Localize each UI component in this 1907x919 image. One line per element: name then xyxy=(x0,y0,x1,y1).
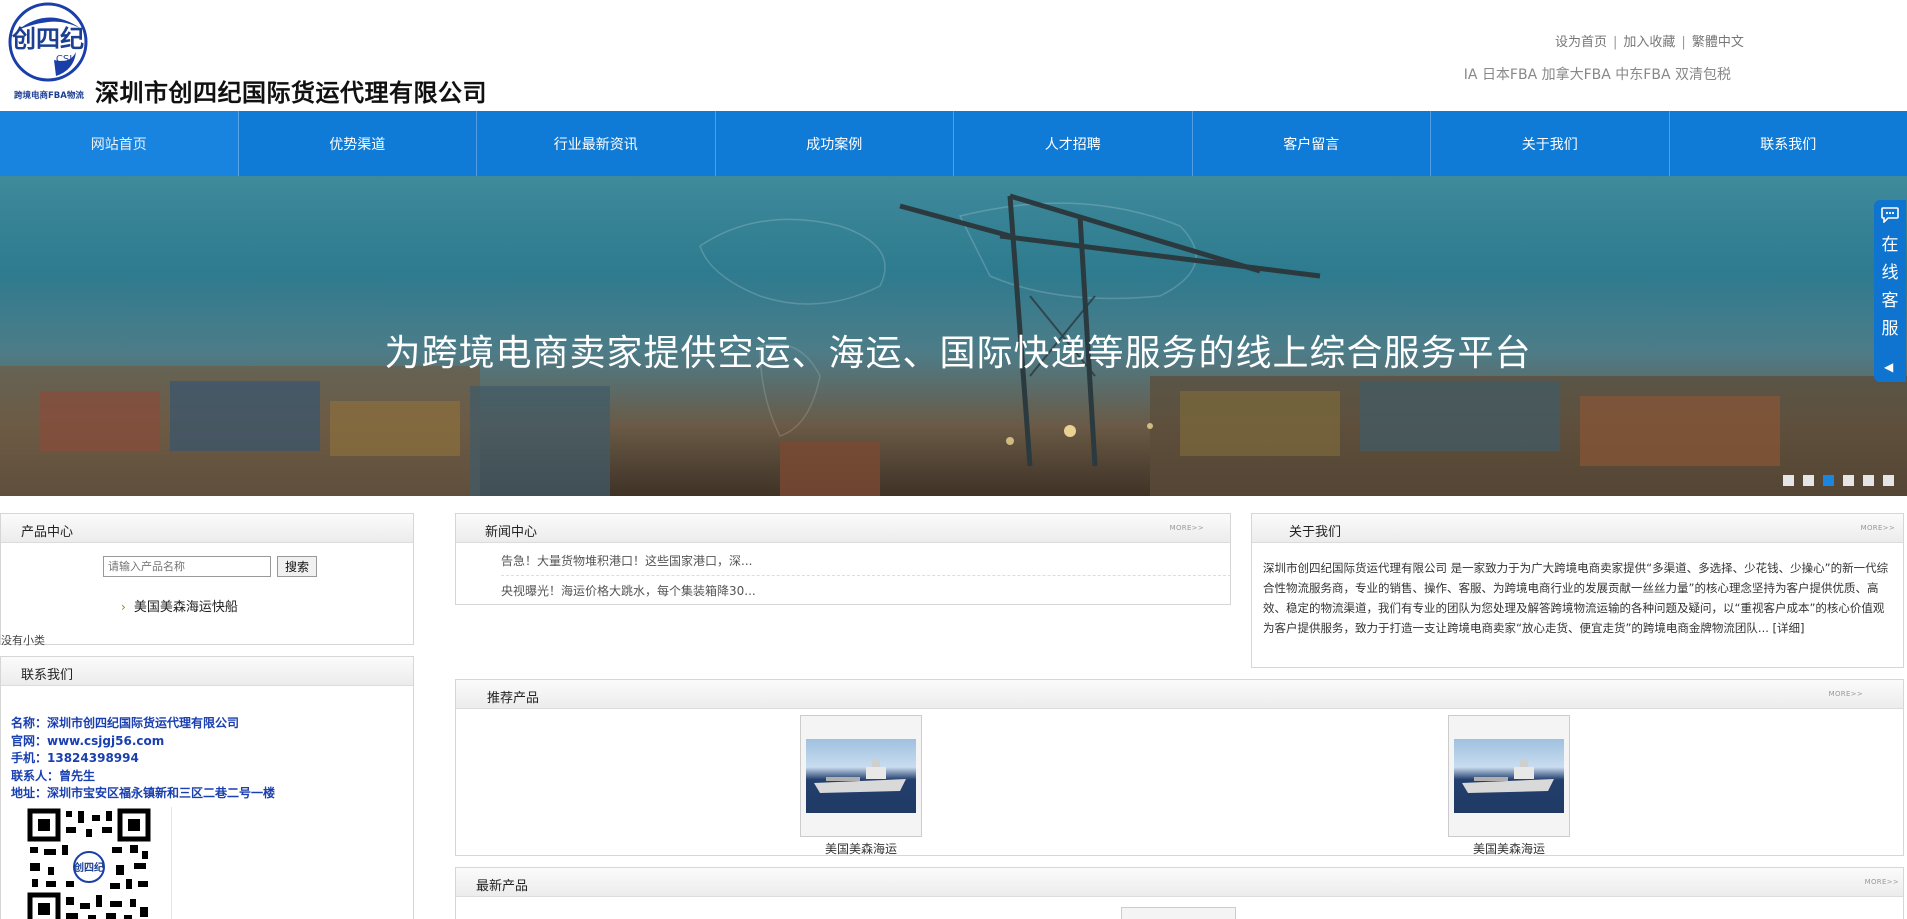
scrolling-service-marquee: IA 日本FBA 加拿大FBA 中东FBA 双清包税 xyxy=(1465,64,1731,84)
panel-title: 推荐产品 xyxy=(487,691,540,706)
add-favorite-link[interactable]: 加入收藏 xyxy=(1623,35,1675,50)
nav-item-jobs[interactable]: 人才招聘 xyxy=(954,111,1193,176)
product-card[interactable]: 美国美森海运 xyxy=(800,715,922,857)
company-name: 深圳市创四纪国际货运代理有限公司 xyxy=(95,79,487,107)
panel-header: 推荐产品 MORE>> xyxy=(456,680,1903,709)
nav-item-messages[interactable]: 客户留言 xyxy=(1193,111,1431,176)
latest-more-link[interactable]: MORE>> xyxy=(1865,878,1899,886)
carousel-dot[interactable] xyxy=(1803,475,1814,486)
contact-phone: 手机：13824398994 xyxy=(11,751,139,765)
contact-company: 名称：深圳市创四纪国际货运代理有限公司 xyxy=(11,716,240,730)
panel-title: 新闻中心 xyxy=(485,525,538,540)
product-name: 美国美森海运 xyxy=(824,842,897,856)
news-panel: 新闻中心 MORE>> 告急！大量货物堆积港口！这些国家港口，深... 央视曝光… xyxy=(455,513,1231,605)
cargo-ship-image xyxy=(1454,739,1564,813)
nav-item-home[interactable]: 网站首页 xyxy=(0,111,239,176)
svg-text:CSJ: CSJ xyxy=(56,54,72,65)
category-label: 美国美森海运快船 xyxy=(133,600,238,615)
product-thumbnail-partial[interactable] xyxy=(1121,907,1236,919)
collapse-arrow-icon[interactable]: ◀ xyxy=(1884,360,1893,374)
traditional-chinese-link[interactable]: 繁體中文 xyxy=(1692,35,1744,50)
nav-item-channels[interactable]: 优势渠道 xyxy=(239,111,477,176)
news-more-link[interactable]: MORE>> xyxy=(1170,524,1204,532)
product-name: 美国美森海运 xyxy=(1472,842,1545,856)
online-service-widget[interactable]: 在 线 客 服 ◀ xyxy=(1874,200,1906,382)
product-search-input[interactable] xyxy=(103,556,271,577)
category-item[interactable]: › 美国美森海运快船 xyxy=(121,596,238,615)
carousel-dot-active[interactable] xyxy=(1823,475,1834,486)
logo-caption: 跨境电商FBA物流 xyxy=(14,91,84,101)
product-card[interactable]: 美国美森海运 xyxy=(1448,715,1570,857)
product-search: 搜索 xyxy=(103,556,317,577)
panel-title: 产品中心 xyxy=(21,525,74,540)
nav-item-cases[interactable]: 成功案例 xyxy=(716,111,954,176)
panel-header: 关于我们 MORE>> xyxy=(1252,514,1903,543)
chevron-right-icon: › xyxy=(121,600,126,614)
product-thumbnail xyxy=(1448,715,1570,837)
carousel-dot[interactable] xyxy=(1843,475,1854,486)
contact-address: 地址：深圳市宝安区福永镇新和三区二巷二号一楼 xyxy=(11,786,276,800)
news-item[interactable]: 告急！大量货物堆积港口！这些国家港口，深... xyxy=(501,546,1231,576)
panel-title: 关于我们 xyxy=(1289,525,1342,540)
recommended-more-link[interactable]: MORE>> xyxy=(1829,690,1863,698)
product-center-panel: 产品中心 搜索 › 美国美森海运快船 没有小类 xyxy=(0,513,414,647)
panel-header: 产品中心 xyxy=(1,514,413,543)
about-detail-link[interactable]: [详细] xyxy=(1773,621,1805,635)
carousel-dot[interactable] xyxy=(1783,475,1794,486)
chat-bubble-icon xyxy=(1874,207,1906,227)
about-description: 深圳市创四纪国际货运代理有限公司 是一家致力于为广大跨境电商卖家提供“多渠道、多… xyxy=(1263,558,1893,638)
main-nav: 网站首页 优势渠道 行业最新资讯 成功案例 人才招聘 客户留言 关于我们 联系我… xyxy=(0,111,1907,176)
service-label: 在 线 客 服 xyxy=(1881,235,1899,339)
link-separator: | xyxy=(1613,35,1618,50)
nav-item-contact[interactable]: 联系我们 xyxy=(1670,111,1907,176)
panel-header: 新闻中心 MORE>> xyxy=(456,514,1230,543)
carousel-dots xyxy=(1783,475,1894,486)
carousel-dot[interactable] xyxy=(1863,475,1874,486)
banner-slogan: 为跨境电商卖家提供空运、海运、国际快递等服务的线上综合服务平台 xyxy=(384,333,1532,374)
marquee-text: IA 日本FBA 加拿大FBA 中东FBA 双清包税 xyxy=(1465,67,1731,83)
panel-title: 最新产品 xyxy=(476,879,529,894)
panel-header: 联系我们 xyxy=(1,657,413,686)
news-list: 告急！大量货物堆积港口！这些国家港口，深... 央视曝光！海运价格大跳水，每个集… xyxy=(501,546,1231,606)
contact-person: 联系人：曾先生 xyxy=(11,768,96,783)
recommended-products-panel: 推荐产品 MORE>> 美国美森海运 美国美森海运 xyxy=(455,679,1904,856)
wechat-qr-code: 创四纪 xyxy=(26,807,172,919)
contact-panel: 联系我们 名称：深圳市创四纪国际货运代理有限公司 官网：www.csjgj56.… xyxy=(0,656,414,919)
site-header: 创四纪 CSJ 跨境电商FBA物流 深圳市创四纪国际货运代理有限公司 设为首页 |… xyxy=(0,0,1907,110)
carousel-dot[interactable] xyxy=(1883,475,1894,486)
svg-text:创四纪: 创四纪 xyxy=(11,25,84,53)
no-subcategory-text: 没有小类 xyxy=(1,634,45,647)
panel-header: 最新产品 MORE>> xyxy=(456,868,1903,897)
cargo-ship-image xyxy=(806,739,916,813)
contact-website[interactable]: 官网：www.csjgj56.com xyxy=(11,733,275,751)
top-links: 设为首页 | 加入收藏 | 繁體中文 xyxy=(1555,31,1744,50)
nav-item-news[interactable]: 行业最新资讯 xyxy=(477,111,716,176)
hero-banner[interactable]: 为跨境电商卖家提供空运、海运、国际快递等服务的线上综合服务平台 xyxy=(0,176,1907,496)
product-thumbnail xyxy=(800,715,922,837)
set-homepage-link[interactable]: 设为首页 xyxy=(1555,35,1607,50)
search-button[interactable]: 搜索 xyxy=(277,556,317,577)
nav-item-about[interactable]: 关于我们 xyxy=(1431,111,1670,176)
news-item[interactable]: 央视曝光！海运价格大跳水，每个集装箱降30... xyxy=(501,576,1231,606)
company-logo[interactable]: 创四纪 CSJ xyxy=(4,2,90,102)
contact-info: 名称：深圳市创四纪国际货运代理有限公司 官网：www.csjgj56.com 手… xyxy=(11,715,275,803)
link-separator: | xyxy=(1681,35,1686,50)
about-more-link[interactable]: MORE>> xyxy=(1861,524,1895,532)
panel-title: 联系我们 xyxy=(21,668,74,683)
about-panel: 关于我们 MORE>> 深圳市创四纪国际货运代理有限公司 是一家致力于为广大跨境… xyxy=(1251,513,1904,668)
svg-text:创四纪: 创四纪 xyxy=(73,861,104,874)
